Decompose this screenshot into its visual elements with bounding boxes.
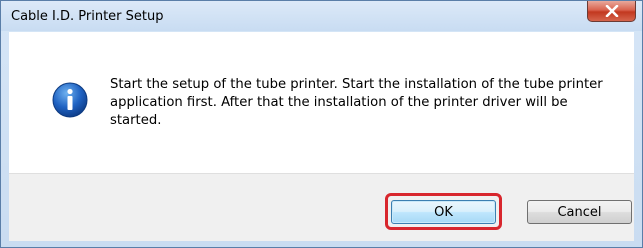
close-button[interactable] — [587, 1, 636, 22]
dialog-content: Start the setup of the tube printer. Sta… — [9, 32, 634, 241]
ok-button[interactable]: OK — [391, 200, 496, 224]
dialog-window: Cable I.D. Printer Setup Start the setup… — [0, 0, 643, 248]
close-icon — [605, 5, 619, 17]
window-title: Cable I.D. Printer Setup — [11, 9, 164, 24]
cancel-button[interactable]: Cancel — [527, 200, 632, 224]
info-icon — [52, 82, 88, 118]
dialog-message: Start the setup of the tube printer. Sta… — [110, 77, 603, 128]
button-bar: OK Cancel — [9, 173, 634, 241]
title-bar[interactable]: Cable I.D. Printer Setup — [1, 1, 642, 31]
